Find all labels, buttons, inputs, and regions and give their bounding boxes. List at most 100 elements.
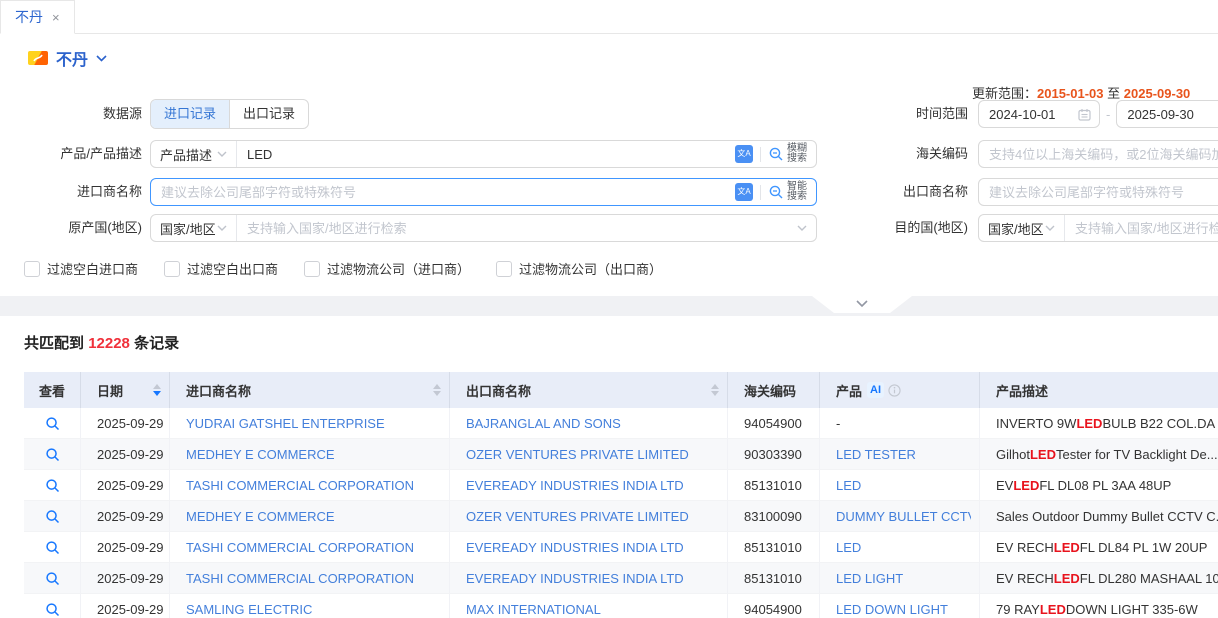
view-icon[interactable] — [24, 563, 81, 593]
exporter-cell-link[interactable]: BAJRANGLAL AND SONS — [466, 416, 621, 431]
exporter-cell-link[interactable]: MAX INTERNATIONAL — [466, 602, 601, 617]
product-cell-link[interactable]: LED TESTER — [836, 447, 916, 462]
tab-bar: 不丹 × — [0, 0, 1218, 34]
importer-cell: MEDHEY E COMMERCE — [170, 439, 450, 469]
product-desc-cell: Gilhot LED Tester for TV Backlight De... — [980, 439, 1218, 469]
tab-import-records[interactable]: 进口记录 — [151, 100, 229, 128]
checkbox-box[interactable] — [496, 261, 512, 277]
exporter-cell-link[interactable]: EVEREADY INDUSTRIES INDIA LTD — [466, 540, 684, 555]
product-cell-link[interactable]: LED LIGHT — [836, 571, 903, 586]
importer-input[interactable] — [151, 185, 735, 200]
date-to-field[interactable] — [1116, 100, 1218, 128]
view-icon[interactable] — [24, 439, 81, 469]
sort-icon[interactable] — [147, 384, 161, 396]
origin-country-input[interactable] — [237, 221, 797, 236]
product-cell-link[interactable]: DUMMY BULLET CCTV... — [836, 509, 971, 524]
importer-cell-link[interactable]: SAMLING ELECTRIC — [186, 602, 312, 617]
exporter-label: 出口商名称 — [846, 178, 968, 206]
importer-cell-link[interactable]: TASHI COMMERCIAL CORPORATION — [186, 571, 414, 586]
close-icon[interactable]: × — [52, 11, 60, 24]
sort-icon[interactable] — [705, 384, 719, 396]
product-desc-cell: EV RECH LED FL DL84 PL 1W 20UP — [980, 532, 1218, 562]
importer-search-group: 文A 智能 搜索 — [150, 178, 817, 206]
exporter-cell-link[interactable]: EVEREADY INDUSTRIES INDIA LTD — [466, 571, 684, 586]
exporter-cell: EVEREADY INDUSTRIES INDIA LTD — [450, 532, 728, 562]
importer-cell-link[interactable]: MEDHEY E COMMERCE — [186, 447, 335, 462]
country-title-dropdown[interactable]: 不丹 — [28, 46, 107, 70]
importer-cell-link[interactable]: TASHI COMMERCIAL CORPORATION — [186, 540, 414, 555]
calendar-icon[interactable] — [1078, 108, 1091, 121]
destination-input[interactable] — [1065, 221, 1218, 236]
product-cell: LED TESTER — [820, 439, 980, 469]
col-product-desc: 产品描述 — [980, 372, 1218, 408]
filter-checkbox[interactable]: 过滤空白进口商 — [24, 259, 138, 278]
view-icon[interactable] — [24, 470, 81, 500]
tab-bhutan[interactable]: 不丹 × — [0, 0, 75, 34]
view-icon[interactable] — [24, 408, 81, 438]
exporter-cell-link[interactable]: EVEREADY INDUSTRIES INDIA LTD — [466, 478, 684, 493]
results-table: 查看 日期 进口商名称 出口商名称 海关编码 产品 AI 产品描述 — [24, 372, 1218, 618]
exporter-cell: EVEREADY INDUSTRIES INDIA LTD — [450, 563, 728, 593]
chevron-down-icon[interactable] — [96, 55, 107, 62]
view-icon[interactable] — [24, 501, 81, 531]
date-to-input[interactable] — [1117, 107, 1218, 122]
hs-code-cell: 85131010 — [728, 563, 820, 593]
info-icon[interactable] — [888, 384, 901, 397]
view-icon[interactable] — [24, 594, 81, 618]
destination-label: 目的国(地区) — [846, 214, 968, 242]
filter-checkbox[interactable]: 过滤空白出口商 — [164, 259, 278, 278]
checkbox-box[interactable] — [304, 261, 320, 277]
hs-code-cell: 90303390 — [728, 439, 820, 469]
view-icon[interactable] — [24, 532, 81, 562]
origin-country-select[interactable]: 国家/地区 — [151, 215, 237, 241]
destination-select-value: 国家/地区 — [988, 219, 1044, 238]
hs-code-input[interactable] — [979, 147, 1218, 162]
checkbox-box[interactable] — [164, 261, 180, 277]
sort-icon[interactable] — [427, 384, 441, 396]
checkbox-box[interactable] — [24, 261, 40, 277]
importer-cell: MEDHEY E COMMERCE — [170, 501, 450, 531]
origin-select-value: 国家/地区 — [160, 219, 216, 238]
col-importer-sortable[interactable]: 进口商名称 — [170, 372, 450, 408]
exporter-cell-link[interactable]: OZER VENTURES PRIVATE LIMITED — [466, 509, 689, 524]
hs-code-cell: 94054900 — [728, 594, 820, 618]
product-input[interactable] — [237, 147, 735, 162]
product-type-value: 产品描述 — [160, 145, 212, 164]
hs-code-field — [978, 140, 1218, 168]
importer-cell-link[interactable]: MEDHEY E COMMERCE — [186, 509, 335, 524]
destination-select[interactable]: 国家/地区 — [979, 215, 1065, 241]
date-from-field[interactable] — [978, 100, 1100, 128]
product-cell-link[interactable]: LED DOWN LIGHT — [836, 602, 948, 617]
chevron-down-icon[interactable] — [797, 225, 807, 231]
date-cell: 2025-09-29 — [81, 594, 170, 618]
importer-cell-link[interactable]: YUDRAI GATSHEL ENTERPRISE — [186, 416, 385, 431]
date-cell: 2025-09-29 — [81, 532, 170, 562]
smart-search-button[interactable]: 智能 搜索 — [768, 179, 816, 205]
hs-code-cell: 85131010 — [728, 532, 820, 562]
fuzzy-search-line2: 搜索 — [787, 153, 807, 164]
filter-checkbox[interactable]: 过滤物流公司（进口商） — [304, 259, 470, 278]
fuzzy-search-button[interactable]: 模糊 搜索 — [768, 141, 816, 167]
product-cell: LED — [820, 532, 980, 562]
product-type-select[interactable]: 产品描述 — [151, 141, 237, 167]
translate-icon[interactable]: 文A — [735, 183, 753, 201]
filter-checkbox[interactable]: 过滤物流公司（出口商） — [496, 259, 662, 278]
product-cell-link[interactable]: LED — [836, 478, 861, 493]
importer-cell-link[interactable]: TASHI COMMERCIAL CORPORATION — [186, 478, 414, 493]
translate-icon[interactable]: 文A — [735, 145, 753, 163]
tab-label: 不丹 — [15, 7, 43, 27]
tab-export-records[interactable]: 出口记录 — [229, 100, 308, 128]
col-exporter-sortable[interactable]: 出口商名称 — [450, 372, 728, 408]
exporter-cell-link[interactable]: OZER VENTURES PRIVATE LIMITED — [466, 447, 689, 462]
table-row: 2025-09-29MEDHEY E COMMERCEOZER VENTURES… — [24, 501, 1218, 532]
date-from-input[interactable] — [979, 107, 1078, 122]
product-cell-link[interactable]: LED — [836, 540, 861, 555]
col-date-sortable[interactable]: 日期 — [81, 372, 170, 408]
importer-cell: TASHI COMMERCIAL CORPORATION — [170, 470, 450, 500]
section-divider — [0, 296, 1218, 316]
hs-code-label: 海关编码 — [846, 140, 968, 168]
exporter-cell: EVEREADY INDUSTRIES INDIA LTD — [450, 470, 728, 500]
col-hs-code: 海关编码 — [728, 372, 820, 408]
exporter-input[interactable] — [979, 185, 1218, 200]
table-header: 查看 日期 进口商名称 出口商名称 海关编码 产品 AI 产品描述 — [24, 372, 1218, 408]
